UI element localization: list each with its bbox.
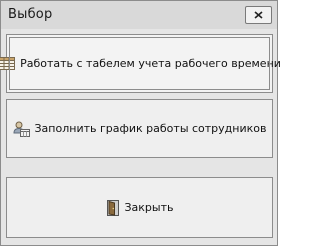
timesheet-button[interactable]: Работать с табелем учета рабочего времен… xyxy=(0,34,281,93)
window-title: Выбор xyxy=(8,7,53,22)
exit-button[interactable]: Закрыть xyxy=(6,177,273,238)
exit-door-icon xyxy=(106,199,120,216)
fill-schedule-button-label: Заполнить график работы сотрудников xyxy=(34,122,267,135)
exit-button-label: Закрыть xyxy=(124,201,174,214)
title-bar: Выбор xyxy=(1,1,277,29)
fill-schedule-button[interactable]: Заполнить график работы сотрудников xyxy=(6,99,273,158)
employee-schedule-icon xyxy=(12,121,30,137)
timesheet-button-label: Работать с табелем учета рабочего времен… xyxy=(20,57,281,70)
close-icon xyxy=(254,11,263,19)
close-button[interactable] xyxy=(245,6,272,24)
timesheet-grid-icon xyxy=(0,57,16,70)
selection-dialog: Выбор Работать с табелем учета рабочего … xyxy=(0,0,281,246)
